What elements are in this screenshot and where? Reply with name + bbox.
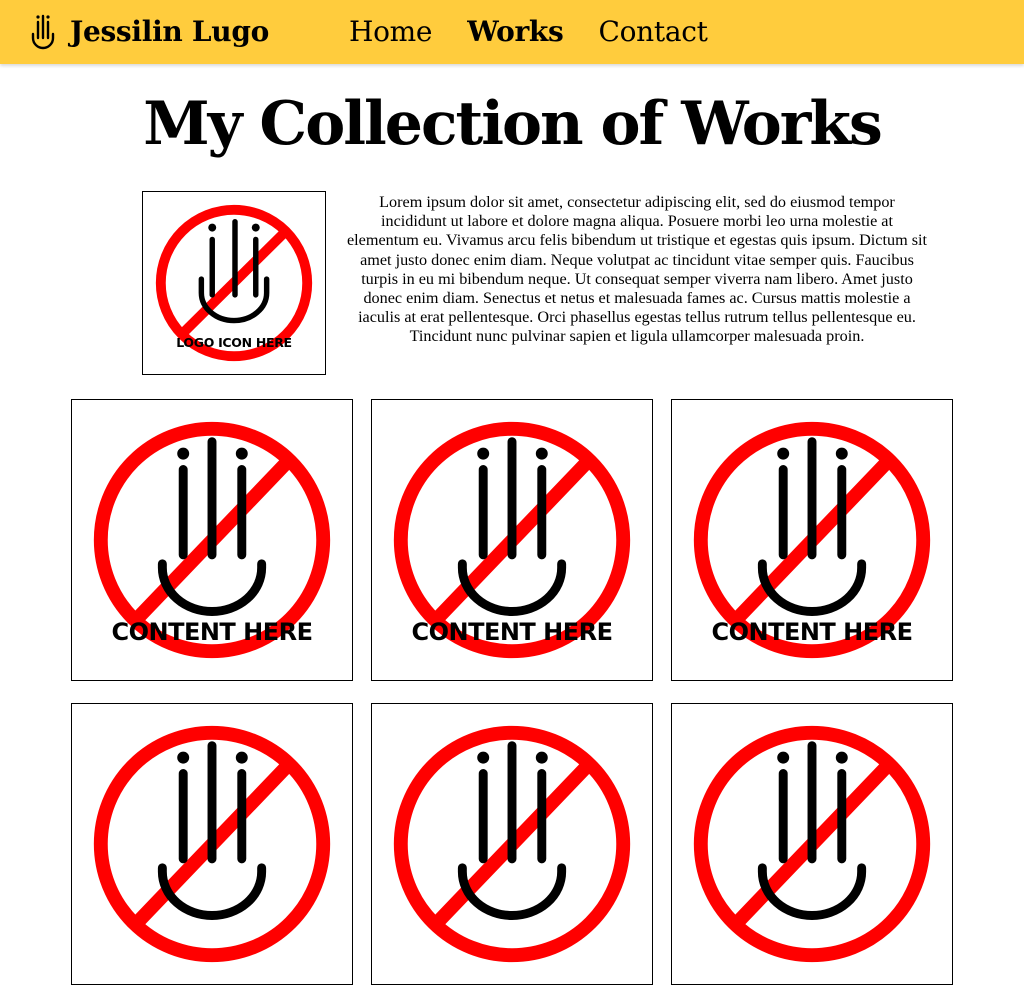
- ili-hand-logo-icon: [31, 14, 55, 50]
- main-nav: Home Works Contact: [349, 12, 743, 52]
- site-header: Jessilin Lugo Home Works Contact: [0, 0, 1024, 64]
- work-card[interactable]: [71, 703, 353, 985]
- nav-home-link[interactable]: Home: [349, 12, 433, 52]
- work-card-label: CONTENT HERE: [711, 618, 913, 646]
- nav-works-link[interactable]: Works: [467, 12, 564, 52]
- brand[interactable]: Jessilin Lugo: [30, 12, 269, 52]
- page-title: My Collection of Works: [143, 89, 882, 159]
- no-symbol-ili-hand-icon: [93, 725, 331, 963]
- work-card[interactable]: [371, 703, 653, 985]
- work-card[interactable]: [671, 703, 953, 985]
- brand-name: Jessilin Lugo: [70, 15, 270, 48]
- logo-placeholder-label: LOGO ICON HERE: [176, 335, 292, 350]
- no-symbol-ili-hand-icon: [393, 725, 631, 963]
- work-card-label: CONTENT HERE: [111, 618, 313, 646]
- logo-placeholder: LOGO ICON HERE: [142, 191, 326, 375]
- work-card[interactable]: CONTENT HERE: [371, 399, 653, 681]
- no-symbol-ili-hand-icon: [693, 725, 931, 963]
- nav-contact-link[interactable]: Contact: [598, 12, 707, 52]
- work-card[interactable]: CONTENT HERE: [671, 399, 953, 681]
- intro-paragraph: Lorem ipsum dolor sit amet, consectetur …: [346, 193, 928, 346]
- work-card-label: CONTENT HERE: [411, 618, 613, 646]
- work-card[interactable]: CONTENT HERE: [71, 399, 353, 681]
